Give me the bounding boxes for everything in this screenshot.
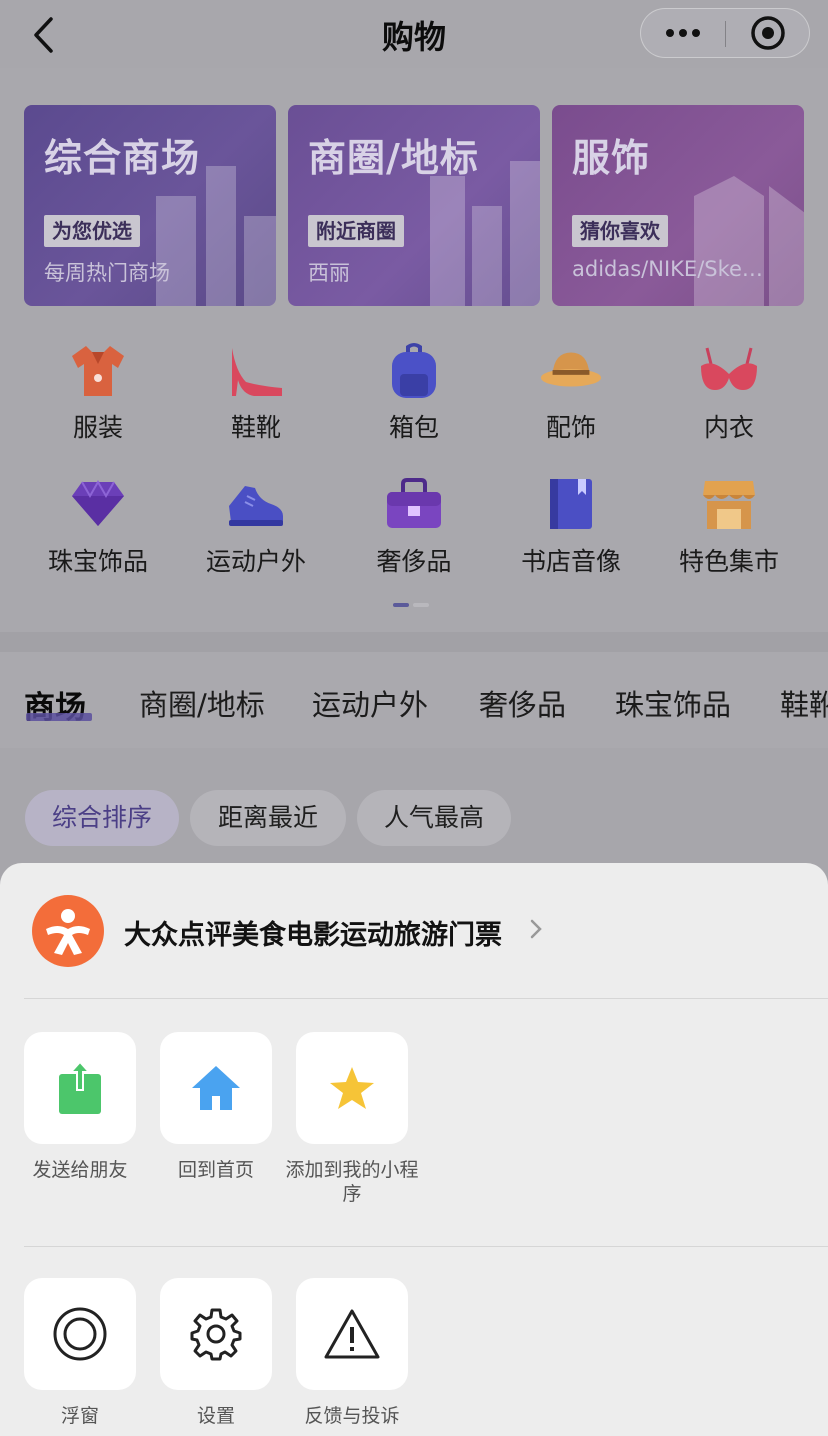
banner-tag: 猜你喜欢 [572,215,668,247]
active-tab-indicator [26,713,92,721]
warning-icon [324,1309,380,1359]
gear-icon [190,1308,242,1361]
banner-subtitle: 每周热门商场 [44,261,170,285]
app-name: 大众点评美食电影运动旅游门票 [124,920,502,951]
share-to-friend-button[interactable]: 发送给朋友 [12,1032,148,1182]
banner-title: 综合商场 [44,136,201,180]
action-label: 回到首页 [177,1159,254,1181]
mini-program-info[interactable]: 大众点评美食电影运动旅游门票 [0,863,828,999]
float-window-icon [53,1307,107,1361]
category-label: 鞋靴 [230,413,281,442]
high-heel-icon [224,338,288,402]
book-icon [539,472,603,536]
chevron-right-icon [530,919,542,939]
more-dots-icon [666,29,674,37]
banner-subtitle: 西丽 [308,261,350,285]
action-label: 反馈与投诉 [304,1405,400,1427]
banner-tag: 为您优选 [44,215,140,247]
banner-decoration [694,176,804,306]
category-label: 内衣 [703,413,754,442]
sort-default-chip[interactable]: 综合排序 [25,790,179,846]
bra-icon [697,338,761,402]
category-tabs: 商场 商圈/地标 运动户外 奢侈品 珠宝饰品 鞋靴 [0,652,828,748]
settings-button[interactable]: 设置 [148,1278,284,1428]
dianping-logo [32,895,104,967]
add-to-my-mini-programs-button[interactable]: 添加到我的小程序 [284,1032,420,1206]
category-books-media[interactable]: 书店音像 [496,472,646,578]
category-label: 服装 [72,413,123,442]
action-sheet: 大众点评美食电影运动旅游门票 发送给朋友 回到首页 添加到我的小程序 浮窗 设置 [0,863,828,1436]
category-label: 箱包 [388,413,439,442]
category-label: 书店音像 [520,547,621,576]
mini-program-capsule [640,8,810,58]
tab-luxury[interactable]: 奢侈品 [479,682,566,724]
category-clothing[interactable]: 服装 [23,338,173,444]
hat-icon [539,338,603,402]
category-label: 特色集市 [678,547,779,576]
banner-title: 服饰 [572,136,651,180]
more-button[interactable] [641,9,725,57]
category-label: 珠宝饰品 [47,547,148,576]
action-label: 浮窗 [60,1405,99,1427]
diamond-icon [66,472,130,536]
close-mini-program-button[interactable] [726,9,810,57]
back-to-home-button[interactable]: 回到首页 [148,1032,284,1182]
handbag-icon [382,472,446,536]
banner-district[interactable]: 商圈/地标 附近商圈 西丽 [288,105,540,306]
action-label: 发送给朋友 [32,1159,128,1181]
sort-distance-chip[interactable]: 距离最近 [190,790,346,846]
market-stall-icon [697,472,761,536]
category-jewelry[interactable]: 珠宝饰品 [23,472,173,578]
category-label: 奢侈品 [376,547,452,576]
sneaker-icon [224,472,288,536]
nav-bar: 购物 [0,0,828,68]
tab-sports-outdoor[interactable]: 运动户外 [312,682,428,724]
category-bags[interactable]: 箱包 [339,338,489,444]
home-icon [192,1066,240,1110]
category-market[interactable]: 特色集市 [654,472,804,578]
tab-district[interactable]: 商圈/地标 [139,682,265,724]
banner-mall[interactable]: 综合商场 为您优选 每周热门商场 [24,105,276,306]
category-label: 运动户外 [205,547,306,576]
banner-title: 商圈/地标 [308,136,479,180]
page-indicator [393,603,429,607]
banner-apparel[interactable]: 服饰 猜你喜欢 adidas/NIKE/Ske… [552,105,804,306]
category-label: 配饰 [545,413,596,442]
action-label: 添加到我的小程序 [285,1159,419,1205]
feedback-button[interactable]: 反馈与投诉 [284,1278,420,1428]
tab-jewelry[interactable]: 珠宝饰品 [615,682,731,724]
category-accessories[interactable]: 配饰 [496,338,646,444]
banner-tag: 附近商圈 [308,215,404,247]
shirt-icon [66,338,130,402]
action-label: 设置 [196,1405,235,1427]
tab-shoes[interactable]: 鞋靴 [780,682,828,724]
category-underwear[interactable]: 内衣 [654,338,804,444]
category-sports-outdoor[interactable]: 运动户外 [181,472,331,578]
category-shoes[interactable]: 鞋靴 [181,338,331,444]
share-icon [59,1060,101,1114]
star-icon [330,1067,374,1109]
sort-popularity-chip[interactable]: 人气最高 [357,790,511,846]
category-luxury[interactable]: 奢侈品 [339,472,489,578]
float-window-button[interactable]: 浮窗 [12,1278,148,1428]
banner-subtitle: adidas/NIKE/Ske… [572,257,763,281]
backpack-icon [382,338,446,402]
target-icon [751,16,785,50]
